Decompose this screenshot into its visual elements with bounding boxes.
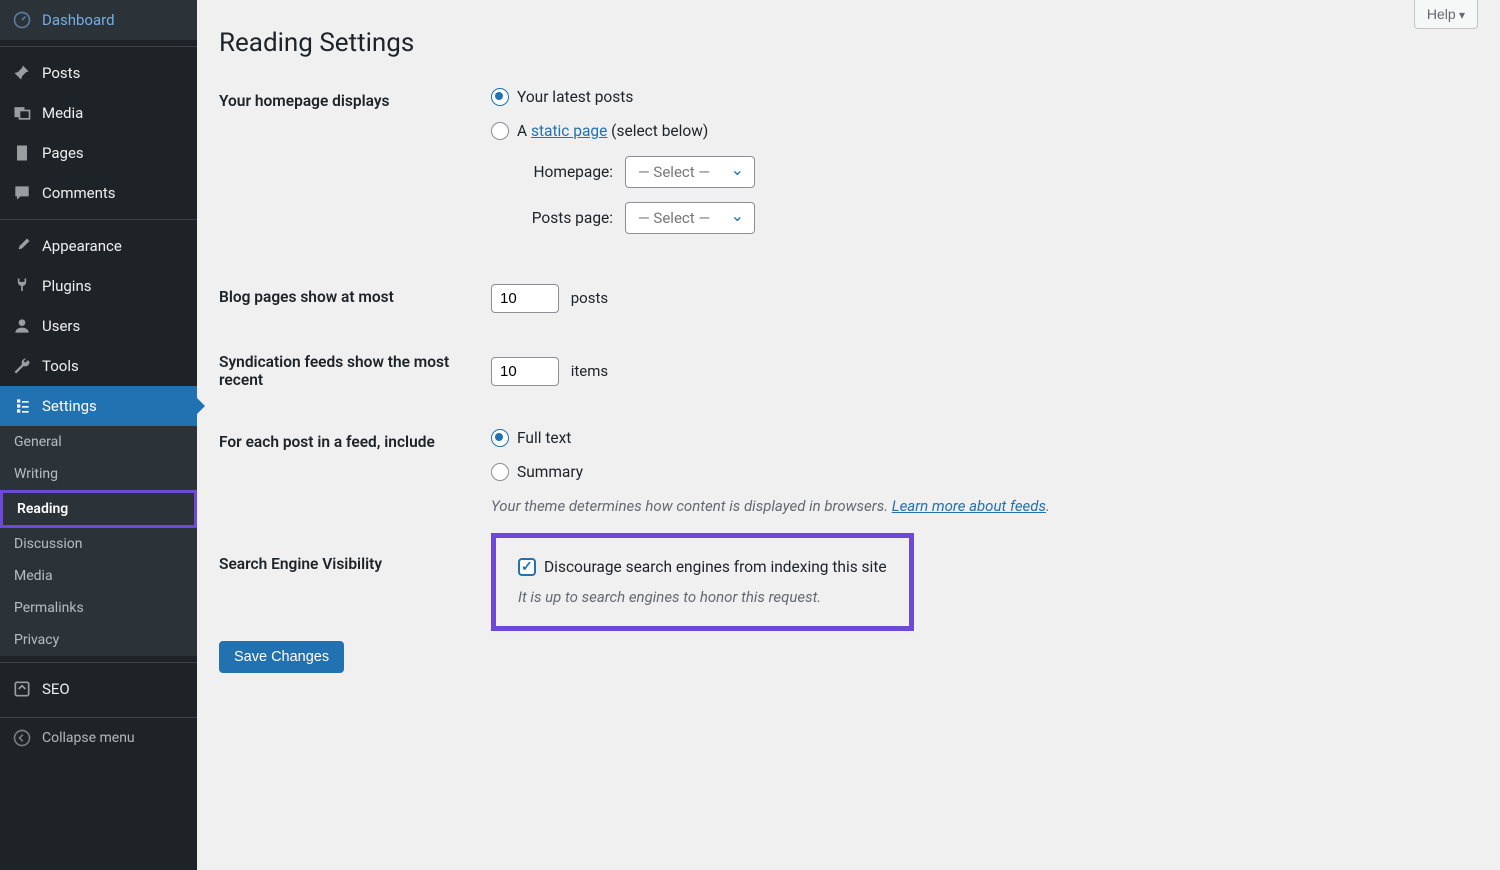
menu-separator	[0, 662, 197, 663]
sidebar-item-label: Pages	[42, 144, 84, 162]
wrench-icon	[12, 356, 32, 376]
sidebar-item-label: Tools	[42, 357, 79, 375]
collapse-label: Collapse menu	[42, 730, 135, 746]
radio-latest-posts[interactable]	[491, 88, 509, 106]
comment-icon	[12, 183, 32, 203]
feeds-link[interactable]: Learn more about feeds	[892, 497, 1046, 515]
search-engine-highlight: Discourage search engines from indexing …	[491, 533, 914, 631]
sidebar-item-appearance[interactable]: Appearance	[0, 226, 197, 266]
feed-desc-suffix: .	[1046, 497, 1050, 515]
sidebar-item-tools[interactable]: Tools	[0, 346, 197, 386]
sub-item-writing[interactable]: Writing	[0, 458, 197, 490]
sub-item-reading[interactable]: Reading	[0, 490, 197, 528]
search-engine-note: It is up to search engines to honor this…	[518, 588, 887, 606]
blog-pages-input[interactable]	[491, 284, 559, 313]
sidebar-item-label: SEO	[42, 680, 70, 698]
sub-item-media[interactable]: Media	[0, 560, 197, 592]
sidebar-item-label: Dashboard	[42, 11, 115, 29]
homepage-select[interactable]: — Select —	[625, 156, 755, 188]
sidebar-item-label: Plugins	[42, 277, 91, 295]
radio-full-text[interactable]	[491, 429, 509, 447]
media-icon	[12, 103, 32, 123]
sidebar-item-label: Appearance	[42, 237, 122, 255]
sidebar-item-posts[interactable]: Posts	[0, 53, 197, 93]
homepage-displays-label: Your homepage displays	[219, 70, 479, 266]
main-content: Help Reading Settings Your homepage disp…	[197, 0, 1500, 695]
static-suffix: (select below)	[607, 122, 708, 140]
sidebar-item-label: Posts	[42, 64, 80, 82]
feed-desc-prefix: Your theme determines how content is dis…	[491, 497, 892, 515]
feed-description: Your theme determines how content is dis…	[491, 497, 1466, 515]
sidebar-item-users[interactable]: Users	[0, 306, 197, 346]
syndication-suffix: items	[571, 362, 608, 380]
postspage-select-label: Posts page:	[513, 209, 613, 227]
sidebar-item-settings[interactable]: Settings	[0, 386, 197, 426]
sidebar-item-label: Comments	[42, 184, 116, 202]
sidebar-item-dashboard[interactable]: Dashboard	[0, 0, 197, 40]
sidebar-item-plugins[interactable]: Plugins	[0, 266, 197, 306]
sub-item-permalinks[interactable]: Permalinks	[0, 592, 197, 624]
sidebar-item-label: Users	[42, 317, 80, 335]
blog-pages-suffix: posts	[571, 289, 608, 307]
sidebar-item-label: Media	[42, 104, 83, 122]
save-changes-button[interactable]: Save Changes	[219, 641, 344, 673]
radio-static-page[interactable]	[491, 122, 509, 140]
settings-icon	[12, 396, 32, 416]
radio-static-page-label: A static page (select below)	[517, 122, 708, 140]
sidebar-item-pages[interactable]: Pages	[0, 133, 197, 173]
radio-summary[interactable]	[491, 463, 509, 481]
collapse-menu-button[interactable]: Collapse menu	[0, 717, 197, 758]
sidebar-item-media[interactable]: Media	[0, 93, 197, 133]
dashboard-icon	[12, 10, 32, 30]
plug-icon	[12, 276, 32, 296]
blog-pages-label: Blog pages show at most	[219, 266, 479, 331]
radio-full-text-label: Full text	[517, 429, 571, 447]
discourage-checkbox[interactable]	[518, 558, 536, 576]
static-prefix: A	[517, 122, 531, 140]
static-page-link[interactable]: static page	[531, 122, 607, 140]
sub-item-general[interactable]: General	[0, 426, 197, 458]
sidebar-item-label: Settings	[42, 397, 97, 415]
admin-sidebar: Dashboard Posts Media Pages Comments App…	[0, 0, 197, 870]
sidebar-item-seo[interactable]: SEO	[0, 669, 197, 709]
collapse-icon	[12, 728, 32, 748]
help-button[interactable]: Help	[1414, 0, 1478, 29]
page-icon	[12, 143, 32, 163]
sub-item-discussion[interactable]: Discussion	[0, 528, 197, 560]
menu-separator	[0, 46, 197, 47]
homepage-select-label: Homepage:	[513, 163, 613, 181]
seo-icon	[12, 679, 32, 699]
discourage-checkbox-label: Discourage search engines from indexing …	[544, 558, 887, 576]
radio-summary-label: Summary	[517, 463, 583, 481]
syndication-label: Syndication feeds show the most recent	[219, 331, 479, 411]
menu-separator	[0, 219, 197, 220]
feed-include-label: For each post in a feed, include	[219, 411, 479, 533]
sub-item-privacy[interactable]: Privacy	[0, 624, 197, 656]
sidebar-item-comments[interactable]: Comments	[0, 173, 197, 213]
search-engine-label: Search Engine Visibility	[219, 533, 479, 631]
brush-icon	[12, 236, 32, 256]
settings-submenu: General Writing Reading Discussion Media…	[0, 426, 197, 656]
postspage-select[interactable]: — Select —	[625, 202, 755, 234]
page-title: Reading Settings	[219, 0, 1478, 70]
pin-icon	[12, 63, 32, 83]
user-icon	[12, 316, 32, 336]
radio-latest-posts-label: Your latest posts	[517, 88, 633, 106]
syndication-input[interactable]	[491, 357, 559, 386]
settings-form: Your homepage displays Your latest posts…	[219, 70, 1478, 631]
